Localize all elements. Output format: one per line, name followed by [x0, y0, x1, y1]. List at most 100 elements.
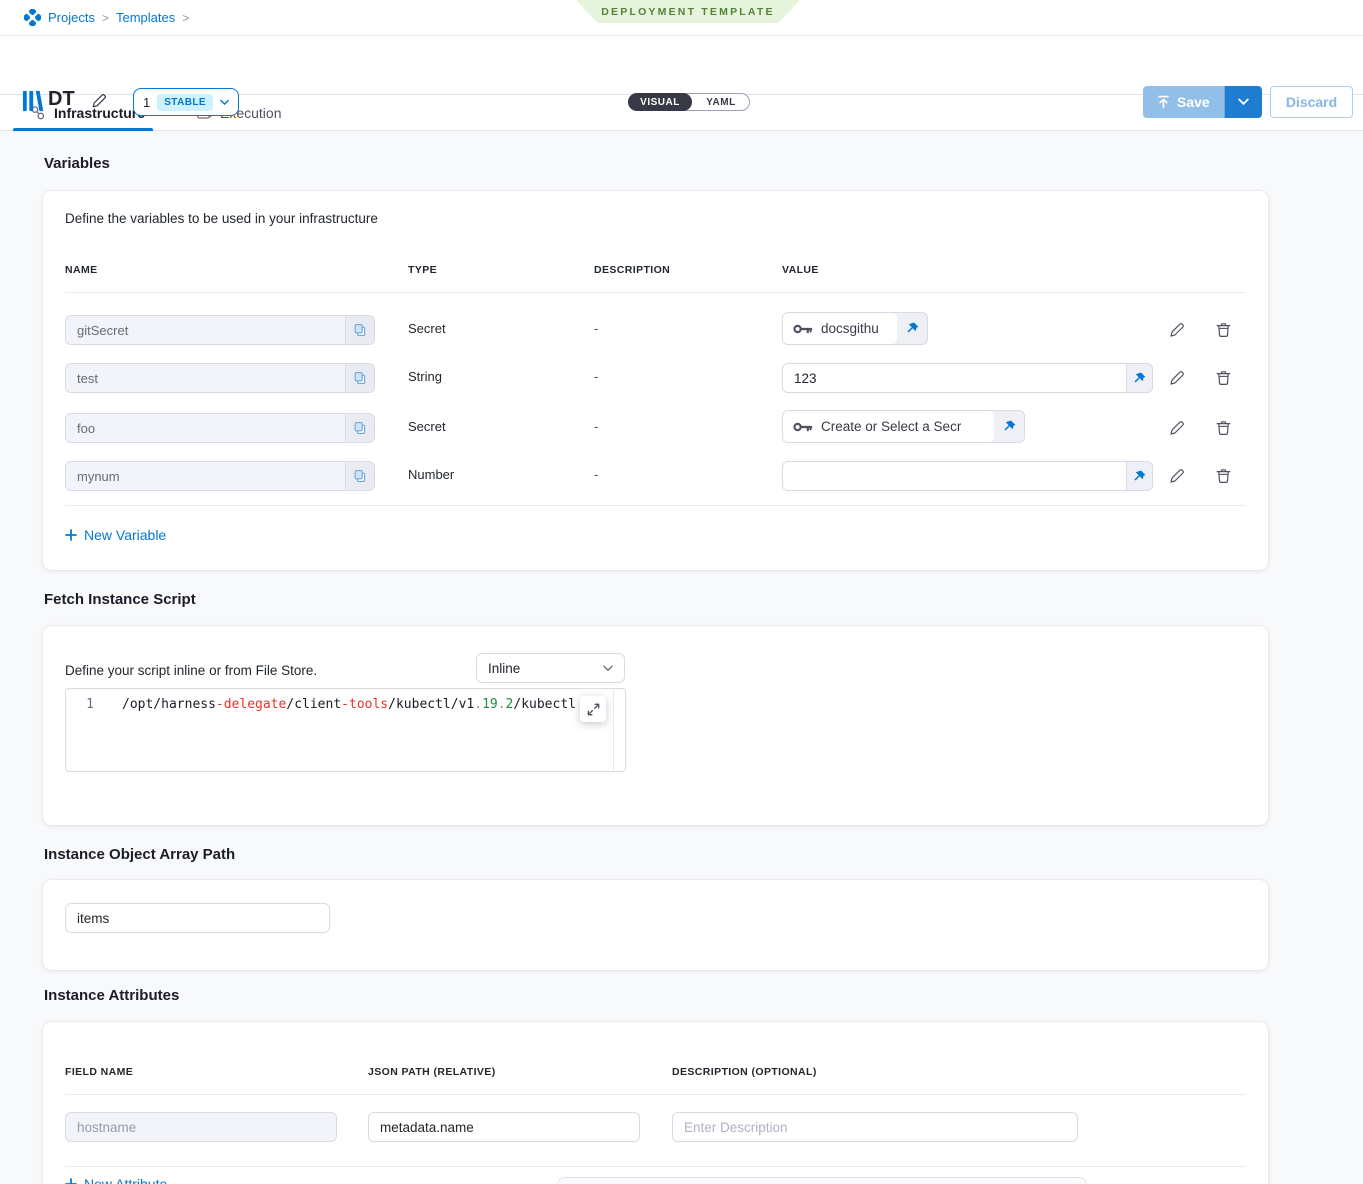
- variable-value-input[interactable]: [782, 461, 1153, 491]
- new-variable-button[interactable]: New Variable: [65, 527, 166, 543]
- column-header-json-path: JSON PATH (RELATIVE): [368, 1066, 496, 1078]
- column-header-field-name: FIELD NAME: [65, 1066, 133, 1078]
- chevron-down-icon: [220, 99, 229, 106]
- variable-name-field[interactable]: mynum: [65, 461, 375, 491]
- code-text: /opt/harness-delegate/client-tools/kubec…: [106, 696, 607, 713]
- toggle-visual-label: VISUAL: [640, 97, 680, 108]
- page-title: DT: [48, 88, 75, 111]
- variables-description: Define the variables to be used in your …: [65, 211, 378, 226]
- divider: [65, 1094, 1246, 1095]
- new-attribute-button[interactable]: New Attribute: [65, 1176, 167, 1184]
- breadcrumb-separator: >: [102, 11, 109, 25]
- instance-attributes-section-title: Instance Attributes: [44, 987, 179, 1004]
- save-options-button[interactable]: [1224, 86, 1262, 118]
- breadcrumb-templates-link[interactable]: Templates: [116, 10, 175, 25]
- toggle-yaml-label: YAML: [706, 97, 735, 108]
- divider: [65, 505, 1246, 506]
- variable-type: Secret: [408, 321, 446, 336]
- save-button[interactable]: Save: [1143, 86, 1224, 118]
- copy-icon[interactable]: [345, 316, 374, 344]
- variable-name-field[interactable]: test: [65, 363, 375, 393]
- column-header-description-optional: DESCRIPTION (OPTIONAL): [672, 1066, 817, 1078]
- delete-variable-button[interactable]: [1211, 318, 1235, 342]
- attribute-json-path-input[interactable]: [368, 1112, 640, 1142]
- pin-icon[interactable]: [1126, 363, 1153, 393]
- variable-row-foo: foo Secret - Create or Select a Secr: [43, 404, 1268, 452]
- variable-description: -: [594, 321, 598, 336]
- variables-card: Define the variables to be used in your …: [43, 191, 1268, 570]
- version-selector[interactable]: 1 STABLE: [133, 88, 239, 116]
- divider: [65, 1166, 1246, 1167]
- new-variable-label: New Variable: [84, 527, 166, 543]
- instance-attributes-card: FIELD NAME JSON PATH (RELATIVE) DESCRIPT…: [43, 1022, 1268, 1184]
- plus-icon: [65, 529, 77, 541]
- active-tab-underline: [13, 128, 153, 131]
- breadcrumb-separator: >: [182, 11, 189, 25]
- variable-name-value: mynum: [66, 469, 345, 484]
- attribute-field-name-input[interactable]: [65, 1112, 337, 1142]
- fetch-script-section-title: Fetch Instance Script: [44, 591, 196, 608]
- delete-variable-button[interactable]: [1211, 366, 1235, 390]
- partial-bottom-panel: [557, 1177, 1087, 1184]
- save-split-button: Save: [1143, 86, 1262, 118]
- edit-variable-button[interactable]: [1165, 416, 1189, 440]
- key-icon: [793, 323, 813, 335]
- deployment-template-badge: DEPLOYMENT TEMPLATE: [576, 0, 800, 23]
- version-status-badge: STABLE: [157, 94, 213, 111]
- variable-name-field[interactable]: gitSecret: [65, 315, 375, 345]
- expand-icon: [587, 703, 600, 716]
- variable-description: -: [594, 369, 598, 384]
- variable-name-field[interactable]: foo: [65, 413, 375, 443]
- new-attribute-label: New Attribute: [84, 1176, 167, 1184]
- toggle-visual[interactable]: VISUAL: [628, 93, 692, 111]
- copy-icon[interactable]: [345, 414, 374, 442]
- edit-variable-button[interactable]: [1165, 366, 1189, 390]
- pin-icon[interactable]: [994, 411, 1024, 442]
- variable-type: Secret: [408, 419, 446, 434]
- breadcrumb-projects-link[interactable]: Projects: [48, 10, 95, 25]
- edit-variable-button[interactable]: [1165, 464, 1189, 488]
- edit-variable-button[interactable]: [1165, 318, 1189, 342]
- column-header-value: VALUE: [782, 264, 819, 276]
- upload-icon: [1157, 95, 1170, 109]
- copy-icon[interactable]: [345, 364, 374, 392]
- delete-variable-button[interactable]: [1211, 416, 1235, 440]
- code-line: 1 /opt/harness-delegate/client-tools/kub…: [66, 696, 625, 713]
- variables-section-title: Variables: [44, 155, 110, 172]
- instance-path-section-title: Instance Object Array Path: [44, 846, 235, 863]
- script-code-editor[interactable]: 1 /opt/harness-delegate/client-tools/kub…: [65, 688, 626, 772]
- line-number: 1: [66, 696, 106, 713]
- fetch-script-description: Define your script inline or from File S…: [65, 663, 317, 678]
- variable-value-input[interactable]: [782, 363, 1153, 393]
- expand-editor-button[interactable]: [580, 696, 606, 722]
- template-studio-page: Projects > Templates > DEPLOYMENT TEMPLA…: [0, 0, 1363, 1184]
- divider: [65, 292, 1246, 293]
- variable-row-mynum: mynum Number -: [43, 452, 1268, 500]
- secret-selector[interactable]: docsgithu: [782, 312, 928, 345]
- toggle-yaml[interactable]: YAML: [692, 93, 750, 111]
- delete-variable-button[interactable]: [1211, 464, 1235, 488]
- plus-icon: [65, 1178, 77, 1184]
- instance-path-input[interactable]: [65, 903, 330, 933]
- instance-path-card: [43, 880, 1268, 970]
- secret-selector[interactable]: Create or Select a Secr: [782, 410, 1025, 443]
- variable-type: Number: [408, 467, 454, 482]
- version-number: 1: [143, 95, 150, 110]
- column-header-name: NAME: [65, 264, 98, 276]
- chevron-down-icon: [603, 665, 613, 672]
- variable-name-value: gitSecret: [66, 323, 345, 338]
- secret-placeholder: Create or Select a Secr: [821, 419, 961, 434]
- pin-icon[interactable]: [1126, 461, 1153, 491]
- copy-icon[interactable]: [345, 462, 374, 490]
- pin-icon[interactable]: [897, 313, 927, 344]
- template-library-icon: [22, 88, 44, 119]
- script-store-select[interactable]: Inline: [476, 653, 625, 683]
- variable-type: String: [408, 369, 442, 384]
- variable-name-value: test: [66, 371, 345, 386]
- key-icon: [793, 421, 813, 433]
- discard-button[interactable]: Discard: [1270, 86, 1353, 118]
- edit-title-icon[interactable]: [90, 92, 108, 115]
- variable-description: -: [594, 419, 598, 434]
- attribute-description-input[interactable]: [672, 1112, 1078, 1142]
- variable-name-value: foo: [66, 421, 345, 436]
